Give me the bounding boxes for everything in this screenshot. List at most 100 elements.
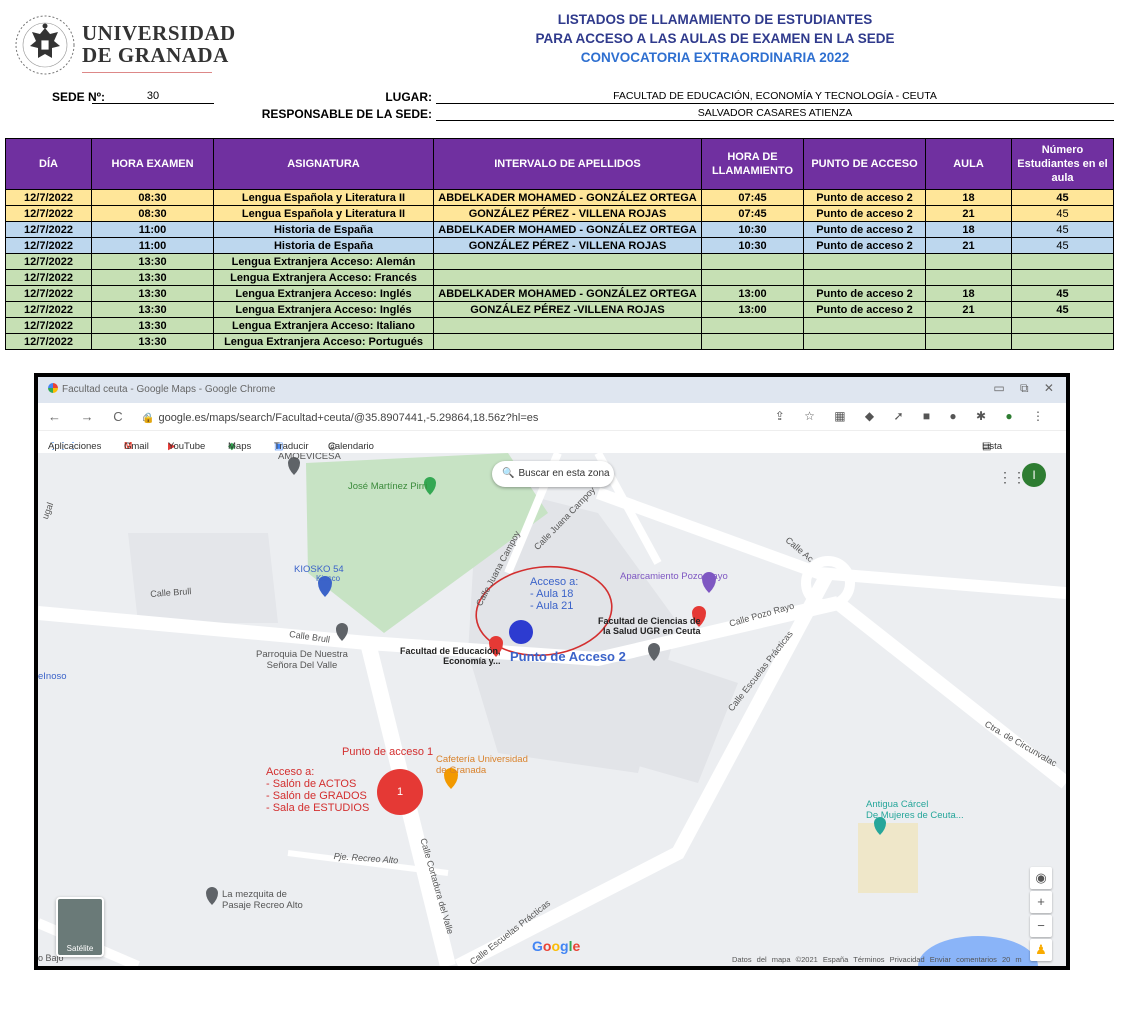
table-cell: ABDELKADER MOHAMED - GONZÁLEZ ORTEGA [433, 189, 702, 206]
map-screenshot: Facultad ceuta - Google Maps - Google Ch… [34, 373, 1070, 970]
table-cell: 13:30 [91, 333, 214, 350]
university-logo: UNIVERSIDAD DE GRANADA [14, 14, 235, 78]
table-cell: Lengua Extranjera Acceso: Alemán [213, 253, 434, 270]
table-cell: Punto de acceso 2 [803, 205, 926, 222]
table-cell: 13:30 [91, 301, 214, 318]
profile-icon[interactable]: ● [1005, 409, 1020, 423]
table-cell: Punto de acceso 2 [803, 221, 926, 238]
map-controls: ◉ + − ♟ [1030, 867, 1054, 963]
pegman-icon[interactable]: ♟ [1030, 939, 1052, 961]
schedule-table: DÍA HORA EXAMEN ASIGNATURA INTERVALO DE APE… [5, 138, 1114, 350]
zoom-in-icon[interactable]: + [1030, 891, 1052, 913]
search-this-area-button[interactable]: 🔍 Buscar en esta zona [492, 461, 614, 487]
avatar[interactable]: I [1022, 463, 1046, 487]
logo-line-2: DE GRANADA [82, 43, 229, 67]
column-header: INTERVALO DE APELLIDOS [433, 138, 702, 190]
punto-acceso-2-label: Punto de Acceso 2 [510, 649, 626, 664]
responsable-value: SALVADOR CASARES ATIENZA [436, 107, 1114, 121]
table-cell: 21 [925, 237, 1012, 254]
table-cell: Lengua Española y Literatura II [213, 189, 434, 206]
table-cell: Lengua Española y Literatura II [213, 205, 434, 222]
label-aparcamiento: Aparcamiento Pozo Rayo [620, 571, 728, 582]
table-cell: Punto de acceso 2 [803, 301, 926, 318]
column-header: HORA DE LLAMAMIENTO [701, 138, 804, 190]
table-cell: 45 [1011, 221, 1114, 238]
table-cell: Lengua Extranjera Acceso: Inglés [213, 301, 434, 318]
table-cell: Lengua Extranjera Acceso: Portugués [213, 333, 434, 350]
bookmark-label: Gmail [124, 441, 149, 452]
browser-tab-title[interactable]: Facultad ceuta - Google Maps - Google Ch… [48, 383, 275, 395]
label-park: José Martínez Pirri [348, 481, 428, 492]
table-cell [925, 269, 1012, 286]
table-cell [433, 333, 702, 350]
table-cell: 12/7/2022 [5, 221, 92, 238]
column-header: Número Estudiantes en el aula [1011, 138, 1114, 190]
table-cell: 10:30 [701, 237, 804, 254]
university-seal-icon [15, 15, 75, 75]
table-cell [433, 317, 702, 334]
table-cell: Historia de España [213, 221, 434, 238]
annotation-salones: Acceso a: - Salón de ACTOS - Salón de GR… [266, 766, 370, 814]
my-location-icon[interactable]: ◉ [1030, 867, 1052, 889]
column-header: PUNTO DE ACCESO [803, 138, 926, 190]
table-row: 12/7/2022 13:30 Lengua Extranjera Acceso: … [5, 269, 1114, 286]
google-logo-text: Google [532, 938, 581, 954]
table-cell [925, 253, 1012, 270]
zoom-out-icon[interactable]: − [1030, 915, 1052, 937]
table-header-row: DÍA HORA EXAMEN ASIGNATURA INTERVALO DE APE… [5, 138, 1114, 190]
table-cell: Historia de España [213, 237, 434, 254]
table-cell: 45 [1011, 301, 1114, 318]
lugar-label: LUGAR: [385, 90, 432, 104]
table-row: 12/7/2022 11:00 Historia de España ABDELKAD… [5, 221, 1114, 238]
table-cell: 13:00 [701, 285, 804, 302]
annotation-aulas: Acceso a: - Aula 18 - Aula 21 [530, 576, 579, 612]
table-cell: 08:30 [91, 205, 214, 222]
table-cell [803, 333, 926, 350]
punto-acceso-1-label: Punto de acceso 1 [342, 746, 434, 758]
table-cell: 07:45 [701, 205, 804, 222]
search-icon: 🔍 [502, 468, 515, 479]
logo-line-1: UNIVERSIDAD [82, 21, 236, 45]
table-cell [803, 253, 926, 270]
table-cell: 18 [925, 221, 1012, 238]
label-parroquia: Parroquia De Nuestra Señora Del Valle [256, 649, 348, 671]
window-controls[interactable]: ▭ ⧉ ✕ [993, 381, 1060, 396]
table-cell: GONZÁLEZ PÉREZ -VILLENA ROJAS [433, 301, 702, 318]
table-cell: 18 [925, 189, 1012, 206]
table-cell: 21 [925, 301, 1012, 318]
table-cell: 45 [1011, 285, 1114, 302]
table-cell [701, 269, 804, 286]
table-cell [1011, 253, 1114, 270]
label-kiosko-sub: Kiosco [316, 574, 341, 583]
lock-icon: 🔒 [142, 413, 155, 424]
browser-toolbar: ← → C ⌂ 🔒 google.es/maps/search/Facultad+… [38, 403, 1066, 431]
title-line-3: CONVOCATORIA EXTRAORDINARIA 2022 [580, 50, 850, 65]
table-cell: 12/7/2022 [5, 205, 92, 222]
table-cell [1011, 269, 1114, 286]
table-cell: Punto de acceso 2 [803, 237, 926, 254]
table-row: 12/7/2022 13:30 Lengua Extranjera Acceso: … [5, 253, 1114, 270]
table-cell: 11:00 [91, 221, 214, 238]
table-cell [701, 333, 804, 350]
table-cell [1011, 317, 1114, 334]
table-cell [1011, 333, 1114, 350]
label-amoevicesa: AMOEVICESA [278, 453, 341, 462]
satellite-toggle[interactable]: Satélite [56, 897, 104, 957]
logo-divider [82, 72, 212, 73]
table-cell: 18 [925, 285, 1012, 302]
table-cell: 45 [1011, 237, 1114, 254]
search-this-area-label: Buscar en esta zona [518, 468, 610, 479]
table-cell: Lengua Extranjera Acceso: Italiano [213, 317, 434, 334]
column-header: ASIGNATURA [213, 138, 434, 190]
table-cell: 13:30 [91, 285, 214, 302]
aula-marker-dot [509, 620, 533, 644]
map-canvas[interactable]: 🔍 Buscar en esta zona ⋮⋮⋮ I AMOEVICESA Jo… [38, 453, 1066, 966]
table-cell: GONZÁLEZ PÉREZ - VILLENA ROJAS [433, 205, 702, 222]
table-cell: Lengua Extranjera Acceso: Francés [213, 269, 434, 286]
table-cell: 12/7/2022 [5, 285, 92, 302]
table-body: 12/7/2022 08:30 Lengua Española y Literatu… [5, 189, 1114, 350]
extension-icons[interactable]: ⇪ ☆ ▦ ◆ ➚ ■ ● ✱ ● ⋮ [775, 409, 1052, 423]
table-row: 12/7/2022 13:30 Lengua Extranjera Acceso: … [5, 301, 1114, 318]
table-row: 12/7/2022 08:30 Lengua Española y Literatu… [5, 189, 1114, 206]
bookmarks-bar: ⋮⋮⋮ Aplicaciones M Gmail ▶ YouTube ◆ Maps ▣ T… [38, 431, 1066, 474]
